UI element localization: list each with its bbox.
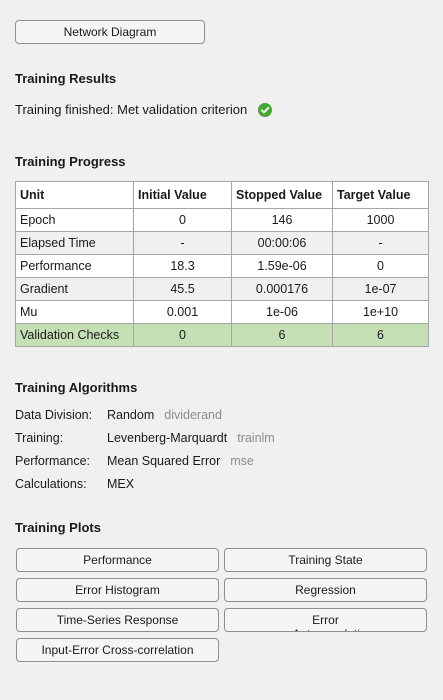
table-cell: Validation Checks: [15, 323, 134, 347]
performance-plot-button[interactable]: Performance: [16, 548, 219, 572]
table-cell: 18.3: [133, 254, 232, 278]
table-row-mu: Mu 0.001 1e-06 1e+10: [15, 300, 429, 324]
table-cell: 45.5: [133, 277, 232, 301]
table-cell: -: [133, 231, 232, 255]
table-cell: 146: [231, 208, 333, 232]
network-diagram-button[interactable]: Network Diagram: [15, 20, 205, 44]
table-cell: 0: [133, 208, 232, 232]
table-cell: Elapsed Time: [15, 231, 134, 255]
table-row-epoch: Epoch 0 146 1000: [15, 208, 429, 232]
table-cell: 1.59e-06: [231, 254, 333, 278]
training-algorithms-heading: Training Algorithms: [15, 380, 138, 395]
algorithm-label: Training:: [15, 431, 64, 445]
input-error-cross-correlation-plot-button[interactable]: Input-Error Cross-correlation: [16, 638, 219, 662]
algorithm-label: Performance:: [15, 454, 91, 468]
table-cell: 0: [133, 323, 232, 347]
table-cell: 1000: [332, 208, 429, 232]
column-header-stopped-value: Stopped Value: [231, 181, 333, 209]
algorithm-value: Levenberg-Marquardt trainlm: [107, 431, 275, 445]
regression-plot-button[interactable]: Regression: [224, 578, 427, 602]
table-row-gradient: Gradient 45.5 0.000176 1e-07: [15, 277, 429, 301]
table-row-performance: Performance 18.3 1.59e-06 0: [15, 254, 429, 278]
error-autocorrelation-plot-button[interactable]: Error Autocorrelation: [224, 608, 427, 632]
table-cell: 6: [332, 323, 429, 347]
algorithm-label: Calculations:: [15, 477, 87, 491]
training-state-plot-button[interactable]: Training State: [224, 548, 427, 572]
training-progress-table: Unit Initial Value Stopped Value Target …: [15, 181, 429, 347]
table-row-validation-checks: Validation Checks 0 6 6: [15, 323, 429, 347]
table-cell: 0.000176: [231, 277, 333, 301]
algorithm-value: MEX: [107, 477, 135, 491]
training-progress-heading: Training Progress: [15, 154, 126, 169]
column-header-target-value: Target Value: [332, 181, 429, 209]
time-series-response-plot-button[interactable]: Time-Series Response: [16, 608, 219, 632]
column-header-unit: Unit: [15, 181, 134, 209]
table-cell: 1e+10: [332, 300, 429, 324]
table-cell: 0: [332, 254, 429, 278]
training-plots-heading: Training Plots: [15, 520, 101, 535]
table-cell: 00:00:06: [231, 231, 333, 255]
table-cell: 6: [231, 323, 333, 347]
error-histogram-plot-button[interactable]: Error Histogram: [16, 578, 219, 602]
table-cell: Gradient: [15, 277, 134, 301]
table-cell: 0.001: [133, 300, 232, 324]
algorithm-function-name: trainlm: [237, 431, 275, 445]
algorithm-label: Data Division:: [15, 408, 93, 422]
algorithm-function-name: dividerand: [164, 408, 222, 422]
algorithm-value: Random dividerand: [107, 408, 222, 422]
algorithm-value: Mean Squared Error mse: [107, 454, 254, 468]
table-cell: 1e-06: [231, 300, 333, 324]
error-autocorrelation-label: Error Autocorrelation: [293, 613, 374, 631]
column-header-initial-value: Initial Value: [133, 181, 232, 209]
check-circle-icon: [258, 102, 273, 117]
table-header-row: Unit Initial Value Stopped Value Target …: [15, 181, 429, 209]
training-results-heading: Training Results: [15, 71, 117, 86]
table-cell: Epoch: [15, 208, 134, 232]
training-status: Training finished: Met validation criter…: [15, 102, 273, 117]
table-row-elapsed-time: Elapsed Time - 00:00:06 -: [15, 231, 429, 255]
training-status-text: Training finished: Met validation criter…: [15, 102, 248, 117]
table-cell: Mu: [15, 300, 134, 324]
table-cell: -: [332, 231, 429, 255]
training-window: Network Diagram Training Results Trainin…: [0, 0, 443, 700]
table-cell: 1e-07: [332, 277, 429, 301]
algorithm-function-name: mse: [230, 454, 254, 468]
table-cell: Performance: [15, 254, 134, 278]
